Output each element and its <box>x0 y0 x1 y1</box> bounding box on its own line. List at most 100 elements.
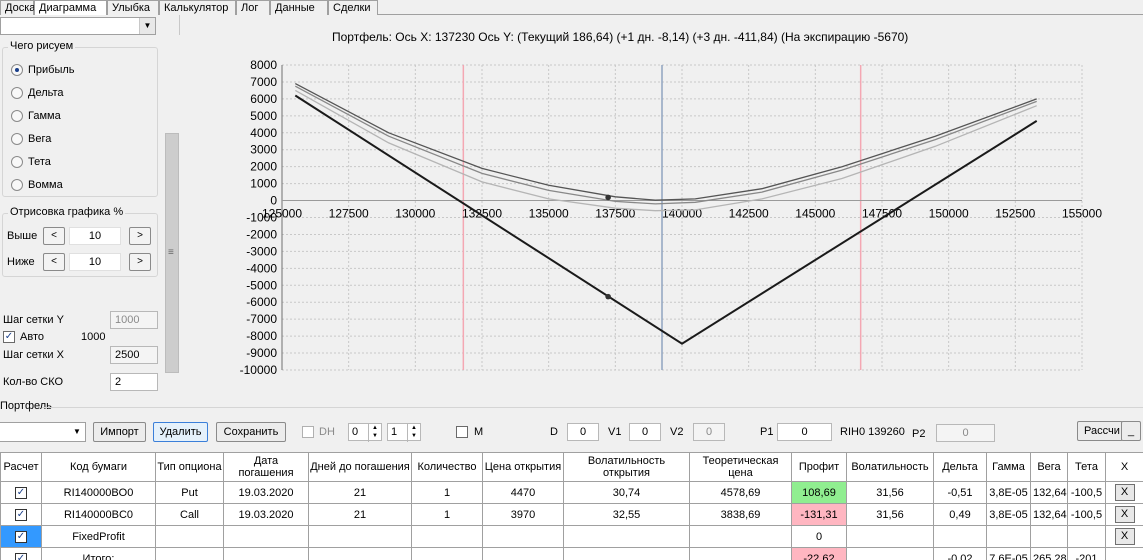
remove-row-button[interactable]: X <box>1114 528 1135 545</box>
cell-delta[interactable]: -0,51 <box>933 481 987 504</box>
m-checkbox[interactable] <box>456 426 468 438</box>
cell-theta[interactable]: -100,5 <box>1067 481 1106 504</box>
cell-days[interactable] <box>308 525 412 548</box>
grid-y-field[interactable]: 1000 <box>110 311 158 329</box>
cell-type[interactable]: Call <box>155 503 224 526</box>
cell-date[interactable] <box>223 525 309 548</box>
minimize-button[interactable]: _ <box>1121 421 1141 441</box>
cell-gamma[interactable] <box>986 525 1031 548</box>
col-type[interactable]: Тип опциона <box>155 452 224 482</box>
calculate-button[interactable]: Рассчи <box>1077 421 1123 441</box>
portfolio-list-select[interactable]: ▼ <box>0 422 86 442</box>
row-checkbox[interactable]: ✓ <box>15 553 27 560</box>
cell-profit[interactable]: 0 <box>791 525 847 548</box>
row-checkbox[interactable]: ✓ <box>15 531 27 543</box>
cell-date[interactable]: 19.03.2020 <box>223 503 309 526</box>
p1-field[interactable]: 0 <box>777 423 832 441</box>
cell-vol[interactable] <box>846 525 934 548</box>
splitter-grip-icon[interactable]: ≡ <box>168 247 174 258</box>
col-calc[interactable]: Расчет <box>0 452 42 482</box>
cell-code[interactable]: RI140000BC0 <box>41 503 156 526</box>
chevron-down-icon[interactable]: ▼ <box>69 423 85 441</box>
radio-vega[interactable]: Вега <box>11 131 51 147</box>
cell-theo[interactable]: 3838,69 <box>689 503 792 526</box>
col-vol[interactable]: Волатильность <box>846 452 934 482</box>
spin1-field[interactable]: 0 ▲ ▼ <box>348 423 382 442</box>
above-decrease-button[interactable]: < <box>43 227 65 245</box>
d-field[interactable]: 0 <box>567 423 599 441</box>
cell-code[interactable]: RI140000BO0 <box>41 481 156 504</box>
dh-checkbox[interactable] <box>302 426 314 438</box>
remove-row-button[interactable]: X <box>1114 506 1135 523</box>
tab-board[interactable]: Доска <box>0 0 35 15</box>
above-increase-button[interactable]: > <box>129 227 151 245</box>
auto-checkbox[interactable]: ✓ <box>3 331 15 343</box>
delete-button[interactable]: Удалить <box>153 422 208 442</box>
chevron-down-icon[interactable]: ▼ <box>139 18 155 34</box>
col-date[interactable]: Дата погашения <box>223 452 309 482</box>
cell-profit[interactable]: 108,69 <box>791 481 847 504</box>
tab-data[interactable]: Данные <box>270 0 328 15</box>
cell-vol[interactable]: 31,56 <box>846 503 934 526</box>
cell-code[interactable]: FixedProfit <box>41 525 156 548</box>
radio-vomma[interactable]: Вомма <box>11 177 63 193</box>
cell-qty[interactable]: 1 <box>411 503 483 526</box>
col-remove[interactable]: X <box>1105 452 1143 482</box>
above-value-field[interactable]: 10 <box>69 227 121 245</box>
save-button[interactable]: Сохранить <box>216 422 286 442</box>
cell-gamma[interactable]: 3,8E-05 <box>986 503 1031 526</box>
radio-delta[interactable]: Дельта <box>11 85 64 101</box>
col-theta[interactable]: Тета <box>1067 452 1106 482</box>
cell-vega[interactable] <box>1030 525 1068 548</box>
cell-price[interactable]: 3970 <box>482 503 564 526</box>
col-profit[interactable]: Профит <box>791 452 847 482</box>
cell-theta[interactable] <box>1067 525 1106 548</box>
col-gamma[interactable]: Гамма <box>986 452 1031 482</box>
spin-arrows-icon[interactable]: ▲ ▼ <box>407 424 420 442</box>
cell-days[interactable]: 21 <box>308 503 412 526</box>
tab-smile[interactable]: Улыбка <box>107 0 159 15</box>
sko-field[interactable]: 2 <box>110 373 158 391</box>
cell-price[interactable]: 4470 <box>482 481 564 504</box>
col-days[interactable]: Дней до погашения <box>308 452 412 482</box>
cell-vega[interactable]: 132,64 <box>1030 503 1068 526</box>
cell-delta[interactable] <box>933 525 987 548</box>
cell-vega[interactable]: 132,64 <box>1030 481 1068 504</box>
remove-row-button[interactable]: X <box>1114 484 1135 501</box>
import-button[interactable]: Импорт <box>93 422 146 442</box>
tab-deals[interactable]: Сделки <box>328 0 378 15</box>
row-checkbox[interactable]: ✓ <box>15 487 27 499</box>
v2-field[interactable]: 0 <box>693 423 725 441</box>
col-price[interactable]: Цена открытия <box>482 452 564 482</box>
col-vol-open[interactable]: Волатильность открытия <box>563 452 690 482</box>
spin2-field[interactable]: 1 ▲ ▼ <box>387 423 421 442</box>
cell-vol-open[interactable]: 30,74 <box>563 481 690 504</box>
col-theo[interactable]: Теоретическая цена <box>689 452 792 482</box>
col-qty[interactable]: Количество <box>411 452 483 482</box>
tab-diagram[interactable]: Диаграмма <box>34 0 107 16</box>
cell-delta[interactable]: 0,49 <box>933 503 987 526</box>
table-row-total[interactable]: ✓ Итого: -22,62 -0,02 7,6E-05 265,28 -20… <box>0 547 1143 560</box>
cell-gamma[interactable]: 3,8E-05 <box>986 481 1031 504</box>
cell-profit[interactable]: -131,31 <box>791 503 847 526</box>
grid-x-field[interactable]: 2500 <box>110 346 158 364</box>
cell-vol-open[interactable]: 32,55 <box>563 503 690 526</box>
v1-field[interactable]: 0 <box>629 423 661 441</box>
col-code[interactable]: Код бумаги <box>41 452 156 482</box>
below-decrease-button[interactable]: < <box>43 253 65 271</box>
table-row[interactable]: ✓ RI140000BC0 Call 19.03.2020 21 1 3970 … <box>0 503 1143 526</box>
below-value-field[interactable]: 10 <box>69 253 121 271</box>
cell-type[interactable]: Put <box>155 481 224 504</box>
cell-date[interactable]: 19.03.2020 <box>223 481 309 504</box>
tab-log[interactable]: Лог <box>236 0 270 15</box>
col-delta[interactable]: Дельта <box>933 452 987 482</box>
cell-qty[interactable] <box>411 525 483 548</box>
row-checkbox[interactable]: ✓ <box>15 509 27 521</box>
below-increase-button[interactable]: > <box>129 253 151 271</box>
cell-theo[interactable]: 4578,69 <box>689 481 792 504</box>
cell-vol[interactable]: 31,56 <box>846 481 934 504</box>
col-vega[interactable]: Вега <box>1030 452 1068 482</box>
cell-price[interactable] <box>482 525 564 548</box>
cell-qty[interactable]: 1 <box>411 481 483 504</box>
cell-vol-open[interactable] <box>563 525 690 548</box>
